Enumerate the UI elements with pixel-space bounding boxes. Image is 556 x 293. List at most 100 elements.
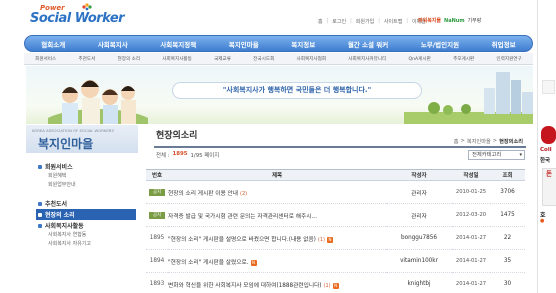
subnav-item[interactable]: 사회복지사활동 <box>162 56 192 62</box>
quick-tab-label: 돈 <box>544 170 552 177</box>
subnav-item[interactable]: 회원서비스 <box>35 56 56 62</box>
breadcrumb-separator: > <box>460 138 465 144</box>
post-number: 1895 <box>149 235 165 241</box>
login-link[interactable]: 로그인 <box>332 18 346 25</box>
city-skyline-illustration <box>404 72 533 124</box>
post-title-link[interactable]: 현장의 소리 게시판 이용 안내 <box>168 191 238 197</box>
board-table: 번호 제목 작성자 작성일 조회 공지 현장의 소리 게시판 이용 안내 (2) 관리… <box>146 169 525 293</box>
post-date: 2014-01-27 <box>455 235 487 241</box>
sidebar-item-books[interactable]: 추천도서 <box>38 198 136 209</box>
post-date: 2010-01-25 <box>455 189 487 195</box>
separator: | <box>406 18 408 24</box>
post-count: 전체 : 1895 1/95 페이지 <box>156 151 219 159</box>
category-value: 전체카테고리 <box>472 152 502 158</box>
sidebar-subitem[interactable]: 사회복지사 연합동 <box>38 231 136 240</box>
number-cell: 1894 <box>146 249 168 273</box>
nav-item[interactable]: 노무/법인지원 <box>421 39 459 49</box>
breadcrumb-home[interactable]: 홈 <box>454 138 459 145</box>
views-cell: 3706 <box>490 180 525 204</box>
subnav-item[interactable]: 현장의 소리 <box>118 56 141 62</box>
number-cell: 공지 <box>146 180 168 204</box>
nav-item[interactable]: 협회소개 <box>41 39 65 49</box>
date-cell: 2014-01-27 <box>452 272 490 293</box>
post-title-link[interactable]: 자격증 발급 및 국가시험 관련 문의는 자격관리센터로 해주시... <box>168 214 317 220</box>
table-header-row: 번호 제목 작성자 작성일 조회 <box>146 169 525 181</box>
table-row[interactable]: 1893 변화와 혁신을 위한 사회복지사 모임에 대하여(1888관련입니다)(… <box>146 272 525 293</box>
banner-slogan: "사회복지사가 행복하면 국민들은 더 행복합니다." <box>172 82 422 99</box>
notice-badge: 공지 <box>149 211 165 219</box>
author-cell[interactable]: 관리자 <box>386 203 452 227</box>
views-cell: 35 <box>490 249 525 273</box>
signup-link[interactable]: 회원가입 <box>356 18 374 25</box>
table-row[interactable]: 공지 자격증 발급 및 국가시험 관련 문의는 자격관리센터로 해주시... 관리자… <box>146 203 525 227</box>
right-quick-bar: Coll 한국 돈 호 ● <box>537 0 556 293</box>
author-cell[interactable]: bonggu7856 <box>386 226 452 250</box>
partner-mall-link[interactable]: 파워복지몰 <box>418 17 441 24</box>
sitemap-link[interactable]: 사이트맵 <box>384 18 402 25</box>
page-indicator: 1/95 페이지 <box>190 153 220 159</box>
sidebar: KOREA ASSOCIATION OF SOCIAL WORKERS 복지인마… <box>26 125 138 293</box>
red-badge-icon[interactable] <box>541 126 556 144</box>
sidebar-subitem[interactable]: 회원혜택 <box>38 172 136 181</box>
column-header: 작성일 <box>452 169 490 181</box>
home-link[interactable]: 홈 <box>318 18 323 25</box>
comment-count: (2) <box>240 190 248 197</box>
table-row[interactable]: 1895 "현장의 소리" 게시판을 설명으로 바꿨으면 합니다.(내용 없음)(… <box>146 226 525 250</box>
count-label: 전체 : <box>156 153 170 159</box>
subnav-item[interactable]: 전국시도회 <box>253 56 274 62</box>
quick-link-icon[interactable] <box>542 80 555 94</box>
title-cell: 변화와 혁신을 위한 사회복지사 모임에 대하여(1888관련입니다) (1) N <box>168 272 386 293</box>
bullet-icon <box>38 212 42 217</box>
sidebar-item-field-voice[interactable]: 현장의 소리 <box>36 209 136 220</box>
post-title-link[interactable]: "현장의 소리" 게시판을 설명으로 바꿨으면 합니다.(내용 없음) <box>168 237 316 243</box>
date-cell: 2014-01-27 <box>452 226 490 250</box>
post-title-link[interactable]: "현장의 소리" 게시판을 살렸으로. <box>168 260 249 266</box>
post-date: 2014-01-27 <box>455 258 487 264</box>
nav-item[interactable]: 복지인마을 <box>229 39 259 49</box>
sidebar-item-member-service[interactable]: 회원서비스 <box>38 161 136 172</box>
page-title: 현장의소리 <box>156 131 198 141</box>
subnav-item[interactable]: 사회복지사협회 <box>297 56 327 62</box>
main-navigation: 협회소개 사회복지사 사회복지정책 복지인마을 복지정보 월간 소셜 워커 노무… <box>24 35 533 52</box>
subnav-item[interactable]: QnA게시판 <box>409 56 431 62</box>
sub-navigation: 회원서비스 추천도서 현장의 소리 사회복지사활동 국제교류 전국시도회 사회복… <box>24 53 533 65</box>
nav-item[interactable]: 취업정보 <box>492 39 516 49</box>
subnav-item[interactable]: 추천도서 <box>78 56 95 62</box>
separator: | <box>350 18 352 24</box>
sidebar-subitem[interactable]: 사회복지사 자유기고 <box>38 240 136 249</box>
partner-donation-link[interactable]: 기부랑 <box>468 17 482 24</box>
column-header: 조회 <box>490 169 525 181</box>
date-cell: 2014-01-27 <box>452 249 490 273</box>
table-row[interactable]: 공지 현장의 소리 게시판 이용 안내 (2) 관리자 2010-01-25 3706 <box>146 180 525 204</box>
author-cell[interactable]: vitamin100kr <box>386 249 452 273</box>
date-cell: 2010-01-25 <box>452 180 490 204</box>
subnav-item[interactable]: 사회복지사커뮤니티 <box>348 56 386 62</box>
breadcrumb: 홈 > 복지인마을 > 현장의소리 <box>454 138 523 145</box>
dot-icon: ● <box>540 218 545 224</box>
bullet-icon <box>38 164 42 169</box>
category-select[interactable]: 전체카테고리 ▾ <box>468 150 525 160</box>
author-cell[interactable]: knightbj <box>386 272 452 293</box>
column-header: 번호 <box>146 169 168 181</box>
author-cell[interactable]: 관리자 <box>386 180 452 204</box>
nav-item[interactable]: 월간 소셜 워커 <box>348 39 388 49</box>
site-logo[interactable]: Power Social Worker <box>30 3 125 30</box>
breadcrumb-separator: > <box>492 138 498 144</box>
nav-item[interactable]: 사회복지사 <box>98 39 128 49</box>
logo-text: Social Worker <box>30 11 125 26</box>
table-row[interactable]: 1894 "현장의 소리" 게시판을 살렸으로. Nvitamin100kr 2014… <box>146 249 525 273</box>
board-content: 현장의소리 홈 > 복지인마을 > 현장의소리 전체 : 1895 1/95 페… <box>146 125 533 293</box>
subnav-item[interactable]: 추모게시판 <box>453 56 474 62</box>
subnav-item[interactable]: 국제교류 <box>214 56 231 62</box>
breadcrumb-section[interactable]: 복지인마을 <box>467 138 491 145</box>
title-cell: 현장의 소리 게시판 이용 안내 (2) <box>168 180 386 204</box>
nav-item[interactable]: 사회복지정책 <box>160 39 196 49</box>
sidebar-subitem[interactable]: 회원업무안내 <box>38 181 136 190</box>
nav-item[interactable]: 복지정보 <box>291 39 315 49</box>
subnav-item[interactable]: 인력지원연구 <box>496 56 521 62</box>
sidebar-item-label: 추천도서 <box>45 201 68 208</box>
sidebar-item-activities[interactable]: 사회복지사활동 <box>38 220 136 231</box>
post-title-link[interactable]: 변화와 혁신을 위한 사회복지사 모임에 대하여(1888관련입니다) <box>168 283 322 289</box>
partner-nanum-link[interactable]: NaNum <box>444 18 465 24</box>
new-icon: N <box>332 282 339 289</box>
